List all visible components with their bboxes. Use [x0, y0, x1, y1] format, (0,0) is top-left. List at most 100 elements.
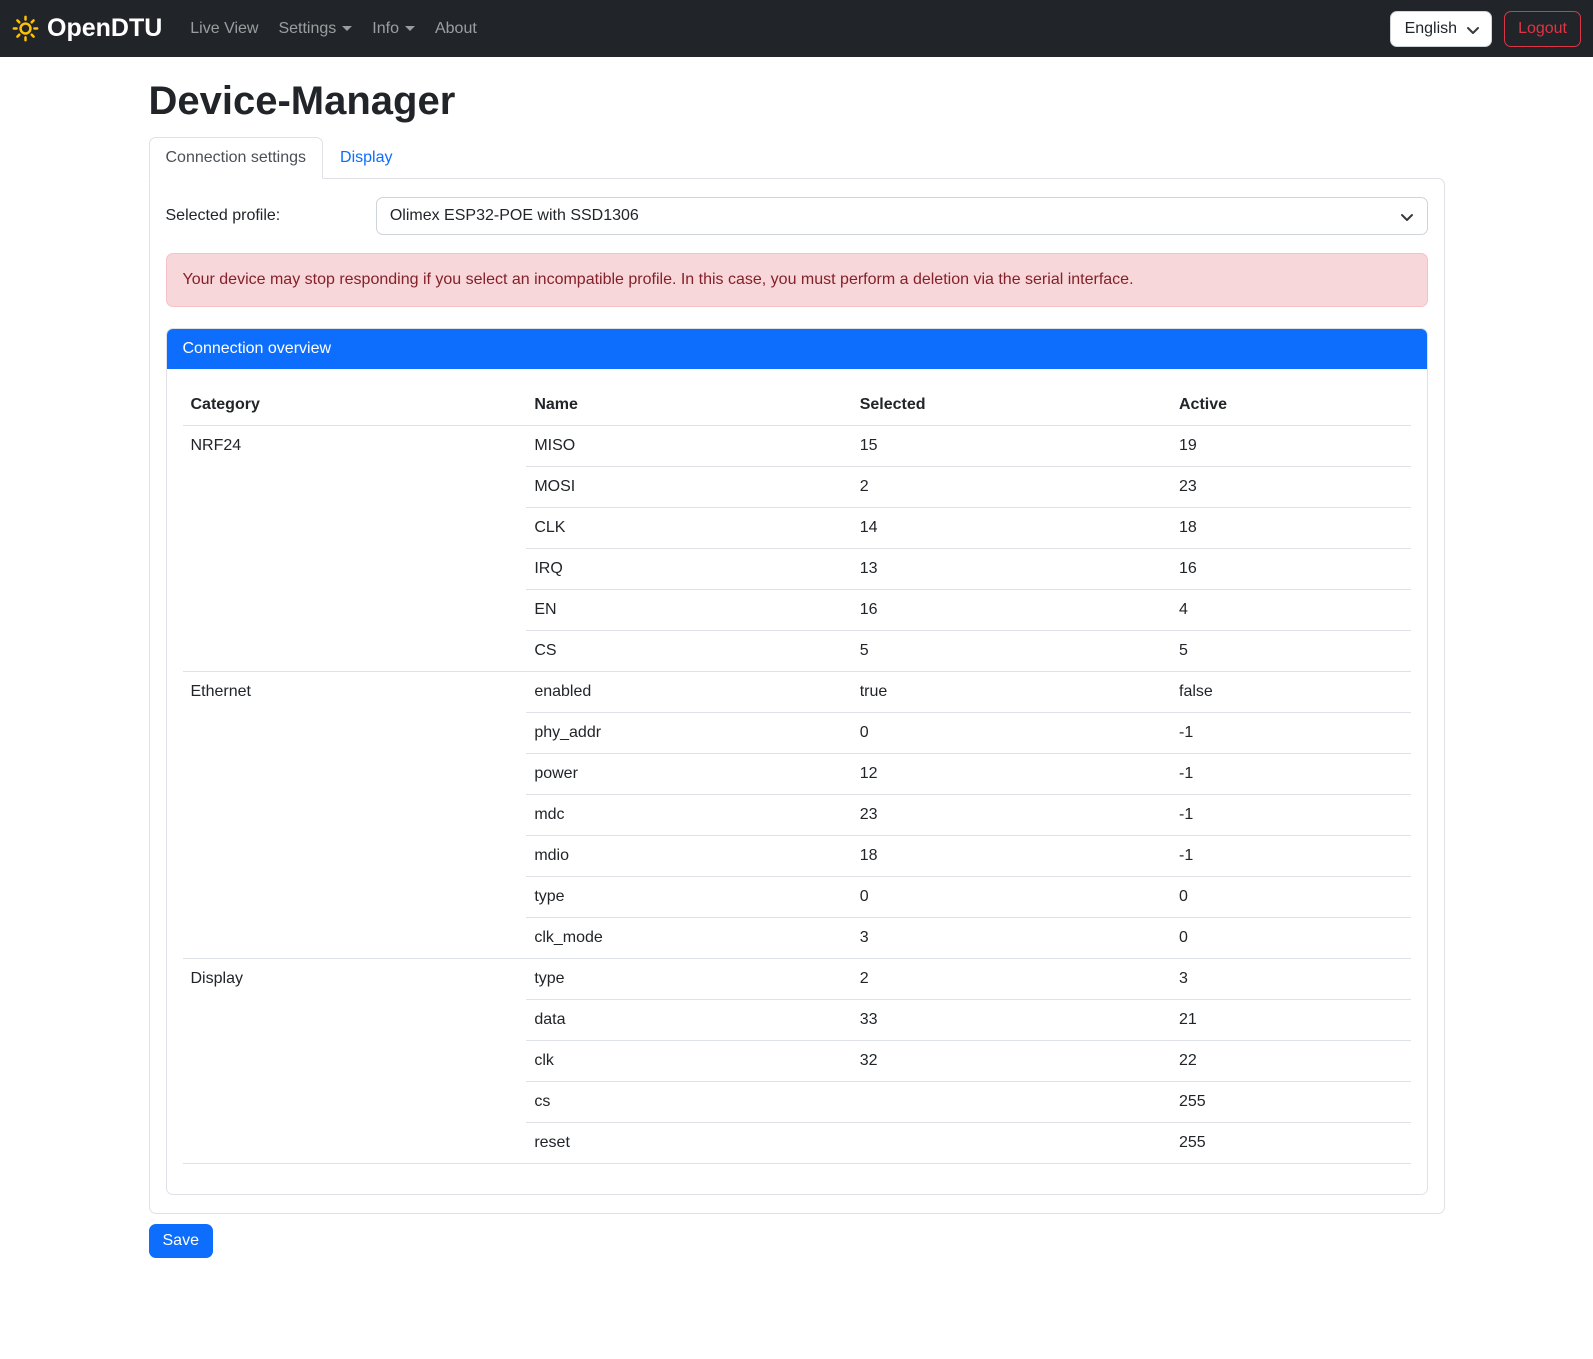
- name-cell: type: [526, 877, 851, 918]
- col-header-name: Name: [526, 385, 851, 426]
- chevron-down-icon: [405, 26, 415, 31]
- chevron-down-icon: [342, 26, 352, 31]
- name-cell: mdc: [526, 795, 851, 836]
- selected-cell: 18: [852, 836, 1171, 877]
- main-nav: Live View Settings Info About: [180, 9, 487, 49]
- tab-connection-settings[interactable]: Connection settings: [149, 137, 324, 179]
- selected-cell: 0: [852, 877, 1171, 918]
- profile-row: Selected profile: Olimex ESP32-POE with …: [166, 197, 1428, 235]
- main-container: Device-Manager Connection settings Displ…: [137, 77, 1457, 1258]
- active-cell: 255: [1171, 1082, 1411, 1123]
- selected-cell: 15: [852, 426, 1171, 467]
- card-body: Category Name Selected Active NRF24MISO1…: [167, 369, 1427, 1194]
- logout-button[interactable]: Logout: [1504, 11, 1581, 47]
- language-select[interactable]: English: [1390, 11, 1492, 47]
- name-cell: clk_mode: [526, 918, 851, 959]
- col-header-active: Active: [1171, 385, 1411, 426]
- name-cell: EN: [526, 590, 851, 631]
- active-cell: 5: [1171, 631, 1411, 672]
- selected-cell: 2: [852, 959, 1171, 1000]
- category-cell: Ethernet: [183, 672, 527, 959]
- selected-cell: 14: [852, 508, 1171, 549]
- active-cell: -1: [1171, 754, 1411, 795]
- nav-item-settings[interactable]: Settings: [268, 9, 362, 49]
- name-cell: enabled: [526, 672, 851, 713]
- active-cell: 0: [1171, 877, 1411, 918]
- profile-select-value: Olimex ESP32-POE with SSD1306: [390, 204, 639, 228]
- active-cell: 21: [1171, 1000, 1411, 1041]
- profile-label: Selected profile:: [166, 204, 376, 228]
- page-title: Device-Manager: [149, 77, 1445, 125]
- name-cell: data: [526, 1000, 851, 1041]
- nav-item-about[interactable]: About: [425, 9, 487, 49]
- active-cell: 23: [1171, 467, 1411, 508]
- header-row: Category Name Selected Active: [183, 385, 1411, 426]
- active-cell: 16: [1171, 549, 1411, 590]
- name-cell: type: [526, 959, 851, 1000]
- active-cell: false: [1171, 672, 1411, 713]
- profile-select[interactable]: Olimex ESP32-POE with SSD1306: [376, 197, 1428, 235]
- connection-overview-card: Connection overview Category Name Select…: [166, 328, 1428, 1195]
- active-cell: 19: [1171, 426, 1411, 467]
- selected-cell: true: [852, 672, 1171, 713]
- selected-cell: 0: [852, 713, 1171, 754]
- active-cell: -1: [1171, 713, 1411, 754]
- table-row: Displaytype23: [183, 959, 1411, 1000]
- sun-icon: [12, 15, 39, 42]
- brand[interactable]: OpenDTU: [12, 10, 162, 48]
- table-row: Ethernetenabledtruefalse: [183, 672, 1411, 713]
- active-cell: -1: [1171, 795, 1411, 836]
- save-button[interactable]: Save: [149, 1224, 213, 1258]
- active-cell: 4: [1171, 590, 1411, 631]
- top-navbar: OpenDTU Live View Settings Info About En…: [0, 0, 1593, 57]
- nav-item-settings-label: Settings: [278, 20, 336, 37]
- selected-cell: 33: [852, 1000, 1171, 1041]
- selected-cell: 5: [852, 631, 1171, 672]
- selected-cell: 2: [852, 467, 1171, 508]
- active-cell: 18: [1171, 508, 1411, 549]
- selected-cell: 13: [852, 549, 1171, 590]
- name-cell: CLK: [526, 508, 851, 549]
- nav-item-info[interactable]: Info: [362, 9, 425, 49]
- incompatible-profile-warning: Your device may stop responding if you s…: [166, 253, 1428, 307]
- selected-cell: 12: [852, 754, 1171, 795]
- active-cell: 255: [1171, 1123, 1411, 1164]
- name-cell: MOSI: [526, 467, 851, 508]
- active-cell: 0: [1171, 918, 1411, 959]
- table-row: NRF24MISO1519: [183, 426, 1411, 467]
- name-cell: clk: [526, 1041, 851, 1082]
- active-cell: -1: [1171, 836, 1411, 877]
- selected-cell: 3: [852, 918, 1171, 959]
- name-cell: power: [526, 754, 851, 795]
- tab-bar: Connection settings Display: [149, 137, 1445, 178]
- nav-item-info-label: Info: [372, 20, 399, 37]
- selected-cell: 32: [852, 1041, 1171, 1082]
- name-cell: cs: [526, 1082, 851, 1123]
- selected-cell: 23: [852, 795, 1171, 836]
- selected-cell: [852, 1123, 1171, 1164]
- active-cell: 3: [1171, 959, 1411, 1000]
- navbar-right: English Logout: [1390, 11, 1581, 47]
- name-cell: CS: [526, 631, 851, 672]
- col-header-selected: Selected: [852, 385, 1171, 426]
- category-cell: NRF24: [183, 426, 527, 672]
- connection-table-head: Category Name Selected Active: [183, 385, 1411, 426]
- active-cell: 22: [1171, 1041, 1411, 1082]
- tab-panel-connection-settings: Selected profile: Olimex ESP32-POE with …: [149, 178, 1445, 1214]
- name-cell: reset: [526, 1123, 851, 1164]
- card-header: Connection overview: [167, 329, 1427, 369]
- col-header-category: Category: [183, 385, 527, 426]
- name-cell: IRQ: [526, 549, 851, 590]
- language-select-value: English: [1405, 17, 1457, 41]
- connection-table: Category Name Selected Active NRF24MISO1…: [183, 385, 1411, 1164]
- name-cell: MISO: [526, 426, 851, 467]
- brand-label: OpenDTU: [47, 10, 162, 48]
- selected-cell: 16: [852, 590, 1171, 631]
- chevron-down-icon: [1465, 22, 1481, 38]
- chevron-down-icon: [1399, 209, 1415, 225]
- tab-display[interactable]: Display: [323, 137, 409, 179]
- name-cell: phy_addr: [526, 713, 851, 754]
- name-cell: mdio: [526, 836, 851, 877]
- nav-item-live-view[interactable]: Live View: [180, 9, 268, 49]
- connection-table-body: NRF24MISO1519MOSI223CLK1418IRQ1316EN164C…: [183, 426, 1411, 1164]
